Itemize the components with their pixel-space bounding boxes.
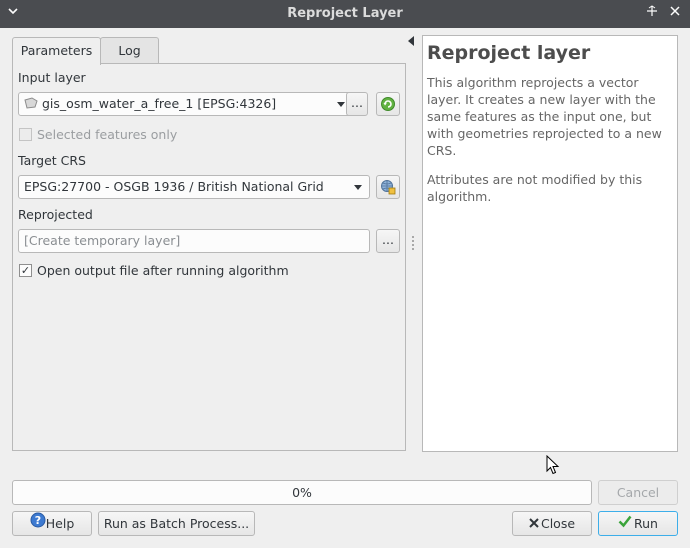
target-crs-combo[interactable]: EPSG:27700 - OSGB 1936 / British Nationa… (18, 175, 370, 199)
checkmark-icon (618, 512, 632, 535)
keep-above-icon[interactable] (643, 5, 661, 23)
input-layer-browse-button[interactable]: ... (346, 92, 368, 116)
window-title: Reproject Layer (287, 6, 403, 21)
mouse-cursor-icon (546, 454, 560, 478)
reprojected-output-field[interactable]: [Create temporary layer] (18, 229, 370, 253)
progress-bar: 0% (12, 480, 592, 505)
input-layer-label: Input layer (18, 70, 86, 85)
tab-log[interactable]: Log (100, 37, 159, 64)
splitter-handle[interactable] (412, 236, 414, 250)
run-batch-button[interactable]: Run as Batch Process... (98, 511, 255, 536)
help-title: Reproject layer (427, 42, 591, 64)
help-paragraph-1: This algorithm reprojects a vector layer… (427, 75, 662, 158)
iterate-icon (377, 96, 399, 115)
selected-features-checkbox[interactable] (19, 128, 32, 141)
run-button-label: Run (634, 516, 658, 531)
iterate-layer-button[interactable] (376, 92, 400, 116)
progress-text: 0% (292, 485, 312, 500)
help-panel: Reproject layer This algorithm reproject… (422, 35, 678, 452)
select-crs-button[interactable] (376, 175, 400, 199)
svg-text:?: ? (35, 514, 41, 527)
open-output-checkbox[interactable]: ✓ (19, 264, 32, 277)
selected-features-label: Selected features only (37, 127, 178, 142)
target-crs-value: EPSG:27700 - OSGB 1936 / British Nationa… (24, 179, 324, 194)
close-x-icon (529, 512, 539, 535)
help-button[interactable]: ? Help (12, 511, 92, 536)
help-icon: ? (30, 512, 46, 535)
open-output-label: Open output file after running algorithm (37, 263, 289, 278)
chevron-down-icon (354, 185, 362, 190)
polygon-layer-icon (23, 94, 39, 116)
collapse-help-arrow-icon[interactable] (408, 36, 414, 46)
parameters-panel: Input layer gis_osm_water_a_free_1 [EPSG… (12, 63, 406, 451)
target-crs-label: Target CRS (18, 153, 86, 168)
reprojected-label: Reprojected (18, 207, 93, 222)
close-button-label: Close (540, 516, 576, 531)
reprojected-browse-button[interactable]: ... (376, 229, 400, 253)
input-layer-value: gis_osm_water_a_free_1 [EPSG:4326] (42, 96, 277, 111)
tab-parameters[interactable]: Parameters (12, 37, 101, 65)
title-bar: Reproject Layer (0, 0, 690, 28)
help-button-label: Help (45, 516, 75, 531)
chevron-down-icon (337, 102, 345, 107)
run-button[interactable]: Run (598, 511, 678, 536)
crs-globe-icon (377, 179, 399, 198)
close-window-icon[interactable] (666, 5, 684, 23)
close-button[interactable]: Close (512, 511, 592, 536)
help-paragraph-2: Attributes are not modified by this algo… (427, 172, 643, 204)
input-layer-combo[interactable]: gis_osm_water_a_free_1 [EPSG:4326] (18, 92, 353, 116)
cancel-button[interactable]: Cancel (598, 480, 678, 505)
